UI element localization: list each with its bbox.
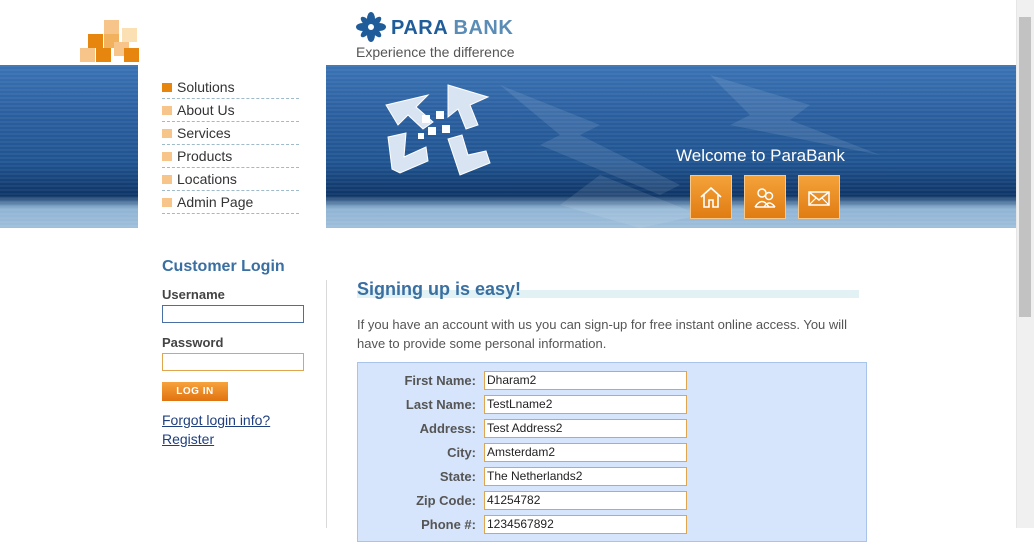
login-button[interactable]: LOG IN [162, 382, 228, 401]
bullet-icon [162, 83, 172, 92]
form-row-zip-code: Zip Code: 41254782 [358, 491, 866, 511]
address-input[interactable]: Test Address2 [484, 419, 687, 438]
bullet-icon [162, 129, 172, 138]
address-label: Address: [419, 421, 476, 436]
forgot-login-link[interactable]: Forgot login info? [162, 412, 270, 428]
register-link[interactable]: Register [162, 431, 214, 447]
form-row-last-name: Last Name: TestLname2 [358, 395, 866, 415]
bullet-icon [162, 198, 172, 207]
last-name-input[interactable]: TestLname2 [484, 395, 687, 414]
home-icon [700, 186, 722, 208]
about-icon [754, 188, 776, 208]
intro-text: If you have an account with us you can s… [357, 317, 847, 351]
brand-name: PARA BANK [391, 17, 514, 39]
home-button[interactable] [690, 175, 732, 219]
signup-form: First Name: Dharam2 Last Name: TestLname… [357, 362, 867, 542]
username-input[interactable] [162, 305, 304, 323]
menu-item-services[interactable]: Services [162, 123, 299, 145]
last-name-label: Last Name: [405, 397, 476, 412]
phone-label: Phone #: [421, 517, 476, 532]
form-row-phone: Phone #: 1234567892 [358, 515, 866, 535]
tagline: Experience the difference [356, 44, 515, 60]
phone-input[interactable]: 1234567892 [484, 515, 687, 534]
scrollbar-thumb[interactable] [1019, 17, 1031, 317]
menu-item-products[interactable]: Products [162, 146, 299, 168]
password-label: Password [162, 335, 224, 350]
menu-item-solutions[interactable]: Solutions [162, 77, 299, 99]
page-title: Signing up is easy! [357, 279, 522, 299]
vertical-scrollbar[interactable] [1016, 0, 1034, 528]
welcome-text: Welcome to ParaBank [676, 146, 845, 165]
state-label: State: [439, 469, 476, 484]
menu-item-admin-page[interactable]: Admin Page [162, 192, 299, 214]
city-label: City: [447, 445, 476, 460]
first-name-label: First Name: [404, 373, 476, 388]
bullet-icon [162, 152, 172, 161]
menu-item-locations[interactable]: Locations [162, 169, 299, 191]
first-name-input[interactable]: Dharam2 [484, 371, 687, 390]
login-title: Customer Login [162, 258, 285, 275]
parabank-logo-icon [356, 12, 386, 42]
username-label: Username [162, 287, 225, 302]
contact-button[interactable] [798, 175, 840, 219]
about-button[interactable] [744, 175, 786, 219]
form-row-city: City: Amsterdam2 [358, 443, 866, 463]
contact-icon [808, 191, 830, 206]
logo-squares [80, 20, 139, 64]
form-row-state: State: The Netherlands2 [358, 467, 866, 487]
state-input[interactable]: The Netherlands2 [484, 467, 687, 486]
menu-item-about-us[interactable]: About Us [162, 100, 299, 122]
form-row-first-name: First Name: Dharam2 [358, 371, 866, 391]
zip-code-input[interactable]: 41254782 [484, 491, 687, 510]
left-menu: Solutions About Us Services Products Loc… [162, 77, 299, 215]
password-input[interactable] [162, 353, 304, 371]
banner-logo-icon [385, 84, 491, 176]
zip-code-label: Zip Code: [416, 493, 476, 508]
form-row-address: Address: Test Address2 [358, 419, 866, 439]
bullet-icon [162, 106, 172, 115]
city-input[interactable]: Amsterdam2 [484, 443, 687, 462]
bullet-icon [162, 175, 172, 184]
